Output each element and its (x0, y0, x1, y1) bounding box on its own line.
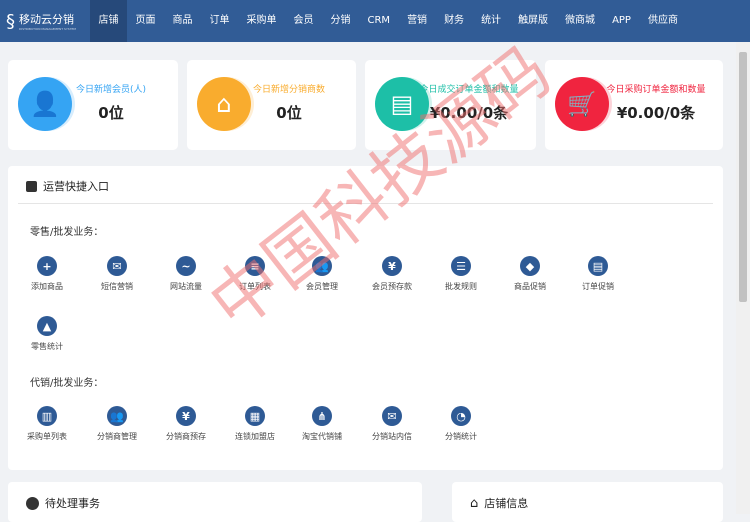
stat-value: 0位 (276, 104, 302, 122)
quick-entry-icon: ≡ (245, 256, 265, 276)
quick-entry-item[interactable]: 👥 分销商管理 (82, 406, 152, 442)
nav-item[interactable]: 采购单 (238, 0, 285, 42)
nav-item[interactable]: CRM (359, 0, 399, 42)
quick-entry-icon: ▦ (245, 406, 265, 426)
nav-item[interactable]: 会员 (285, 0, 322, 42)
quick-entry-item[interactable]: ◔ 分销统计 (426, 406, 496, 442)
quick-entry-label: 批发规则 (445, 282, 477, 291)
stat-value: ¥0.00/0条 (616, 104, 696, 122)
quick-entry-item[interactable]: ▲ 零售统计 (12, 316, 82, 352)
quick-entry-icon: ▥ (37, 406, 57, 426)
quick-entry-item[interactable]: ¥ 分销商预存 (151, 406, 221, 442)
quick-entry-item[interactable]: ~ 网站流量 (151, 256, 221, 292)
quick-entry-label: 订单列表 (239, 282, 271, 291)
quick-entry-item[interactable]: 👥 会员管理 (287, 256, 357, 292)
quick-entry-label: 分销商管理 (97, 432, 137, 441)
nav-item[interactable]: APP (604, 0, 640, 42)
stat-value: 0位 (98, 104, 124, 122)
agent-section-label: 代销/批发业务： (30, 378, 104, 389)
quick-entry-label: 会员管理 (306, 282, 338, 291)
stat-card: 👤 今日新增会员(人) 0位 (8, 60, 178, 150)
top-nav: § 移动云分销 DISTRIBUTION MANAGEMENT SYSTEM 店铺… (0, 0, 750, 42)
nav-item[interactable]: 触屏版 (510, 0, 557, 42)
logo-text: 移动云分销 (19, 13, 74, 26)
pending-panel: 待处理事务 (8, 482, 422, 522)
logo-subtext: DISTRIBUTION MANAGEMENT SYSTEM (19, 27, 77, 31)
quick-entry-icon: ◔ (451, 406, 471, 426)
quick-entry-item[interactable]: ✉ 短信营销 (82, 256, 152, 292)
quick-entry-label: 分销统计 (445, 432, 477, 441)
quick-entry-icon: ☰ (451, 256, 471, 276)
nav-item[interactable]: 营销 (399, 0, 436, 42)
quick-entry-item[interactable]: ◆ 商品促销 (495, 256, 565, 292)
quick-entry-label: 分销站内信 (372, 432, 412, 441)
stat-card: ▤ 今日成交订单金额和数量 ¥0.00/0条 (365, 60, 536, 150)
quick-entry-icon: ✉ (107, 256, 127, 276)
nav-item[interactable]: 财务 (436, 0, 473, 42)
quick-entry-label: 零售统计 (31, 342, 63, 351)
stat-value: ¥0.00/0条 (429, 104, 509, 122)
shortcut-icon (26, 180, 37, 192)
quick-entry-label: 连锁加盟店 (235, 432, 275, 441)
quick-entry-label: 添加商品 (31, 282, 63, 291)
quick-entry-label: 分销商预存 (166, 432, 206, 441)
logo[interactable]: § 移动云分销 DISTRIBUTION MANAGEMENT SYSTEM (0, 11, 90, 32)
quick-entry-item[interactable]: ✉ 分销站内信 (357, 406, 427, 442)
home-icon: ⌂ (470, 495, 479, 511)
stat-title: 今日采购订单金额和数量 (606, 85, 706, 95)
quick-entry-label: 商品促销 (514, 282, 546, 291)
scrollbar[interactable] (736, 42, 750, 514)
quick-entry-icon: 👥 (312, 256, 332, 276)
retail-section-label: 零售/批发业务： (30, 227, 104, 238)
logo-icon: § (6, 10, 15, 32)
nav-item[interactable]: 分销 (322, 0, 359, 42)
panel-title: 运营快捷入口 (43, 180, 109, 193)
scrollbar-thumb[interactable] (739, 52, 747, 302)
quick-entry-label: 采购单列表 (27, 432, 67, 441)
panel-title: 店铺信息 (484, 497, 529, 510)
divider (18, 203, 713, 204)
stat-title: 今日成交订单金额和数量 (419, 85, 519, 95)
quick-entry-item[interactable]: ▦ 连锁加盟店 (220, 406, 290, 442)
nav-item[interactable]: 页面 (127, 0, 164, 42)
quick-entry-item[interactable]: ▤ 订单促销 (563, 256, 633, 292)
nav-item[interactable]: 微商城 (557, 0, 604, 42)
quick-entry-icon: ~ (176, 256, 196, 276)
quick-entry-label: 短信营销 (101, 282, 133, 291)
nav-item[interactable]: 订单 (201, 0, 238, 42)
panel-title: 待处理事务 (45, 497, 100, 510)
quick-entry-item[interactable]: ▥ 采购单列表 (12, 406, 82, 442)
quick-entry-icon: ◆ (520, 256, 540, 276)
nav-item[interactable]: 供应商 (639, 0, 686, 42)
quick-entry-item[interactable]: ≡ 订单列表 (220, 256, 290, 292)
quick-entry-icon: ▤ (588, 256, 608, 276)
quick-entry-label: 网站流量 (170, 282, 202, 291)
stat-title: 今日新增会员(人) (75, 85, 147, 95)
quick-entry-label: 订单促销 (582, 282, 614, 291)
nav-item[interactable]: 统计 (473, 0, 510, 42)
store-info-panel: ⌂ 店铺信息 (452, 482, 723, 522)
quick-entry-item[interactable]: ¥ 会员预存款 (357, 256, 427, 292)
quick-entry-label: 会员预存款 (372, 282, 412, 291)
quick-entry-item[interactable]: ⋔ 淘宝代销铺 (287, 406, 357, 442)
quick-entry-icon: + (37, 256, 57, 276)
quick-entry-label: 淘宝代销铺 (302, 432, 342, 441)
quick-entry-icon: ¥ (176, 406, 196, 426)
quick-entry-item[interactable]: + 添加商品 (12, 256, 82, 292)
stat-card: ⌂ 今日新增分销商数 0位 (187, 60, 356, 150)
quick-entry-icon: ¥ (382, 256, 402, 276)
clock-icon (26, 496, 39, 510)
stat-card: 🛒 今日采购订单金额和数量 ¥0.00/0条 (545, 60, 723, 150)
quick-entry-icon: ✉ (382, 406, 402, 426)
stat-title: 今日新增分销商数 (252, 85, 325, 95)
quick-entry-icon: ▲ (37, 316, 57, 336)
quick-entry-icon: ⋔ (312, 406, 332, 426)
quick-entry-icon: 👥 (107, 406, 127, 426)
nav-item[interactable]: 店铺 (90, 0, 127, 42)
quick-entry-item[interactable]: ☰ 批发规则 (426, 256, 496, 292)
nav-item[interactable]: 商品 (164, 0, 201, 42)
